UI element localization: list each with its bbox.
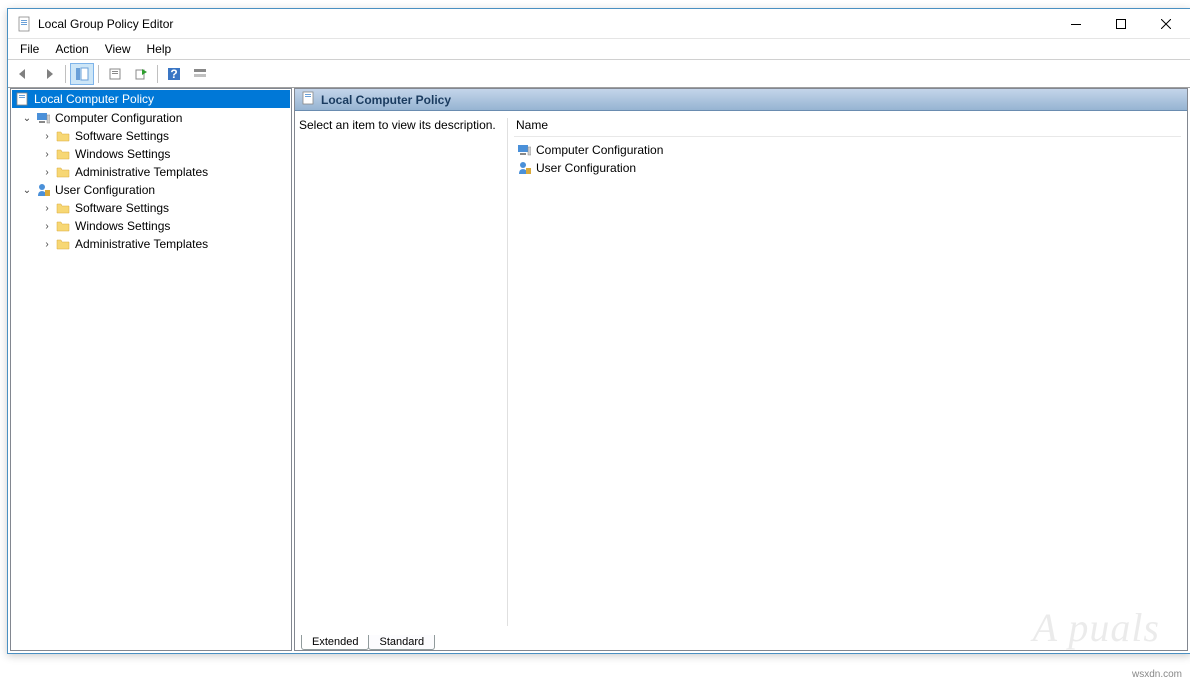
tree-item-label: Administrative Templates bbox=[75, 165, 208, 179]
titlebar[interactable]: Local Group Policy Editor bbox=[8, 9, 1190, 39]
details-content: Select an item to view its description. … bbox=[295, 111, 1185, 630]
folder-icon bbox=[55, 164, 71, 180]
tree-item-windows-settings[interactable]: › Windows Settings bbox=[11, 145, 291, 163]
menu-file[interactable]: File bbox=[12, 40, 47, 58]
properties-button[interactable] bbox=[103, 63, 127, 85]
maximize-button[interactable] bbox=[1098, 9, 1143, 38]
tree-item-admin-templates[interactable]: › Administrative Templates bbox=[11, 163, 291, 181]
tree-item-software-settings-user[interactable]: › Software Settings bbox=[11, 199, 291, 217]
tree-item-label: Windows Settings bbox=[75, 147, 170, 161]
toolbar: ? bbox=[8, 60, 1190, 88]
tree-item-windows-settings-user[interactable]: › Windows Settings bbox=[11, 217, 291, 235]
details-header: Local Computer Policy bbox=[295, 89, 1187, 111]
tree-pane[interactable]: Local Computer Policy ⌄ Computer Configu… bbox=[10, 88, 292, 651]
policy-icon bbox=[14, 91, 30, 107]
forward-button[interactable] bbox=[37, 63, 61, 85]
list-column: Name Computer Configuration User Configu… bbox=[507, 118, 1181, 626]
column-header-name[interactable]: Name bbox=[514, 118, 1181, 137]
details-pane: Local Computer Policy Select an item to … bbox=[294, 88, 1188, 651]
svg-text:?: ? bbox=[170, 67, 177, 81]
toolbar-separator bbox=[157, 65, 158, 83]
help-button[interactable]: ? bbox=[162, 63, 186, 85]
window-title: Local Group Policy Editor bbox=[38, 17, 1053, 31]
menu-help[interactable]: Help bbox=[139, 40, 180, 58]
toolbar-separator bbox=[98, 65, 99, 83]
user-icon bbox=[35, 182, 51, 198]
user-icon bbox=[516, 160, 532, 176]
expand-icon[interactable]: › bbox=[39, 149, 55, 160]
description-prompt: Select an item to view its description. bbox=[299, 118, 496, 132]
folder-icon bbox=[55, 200, 71, 216]
description-column: Select an item to view its description. bbox=[299, 118, 507, 626]
expand-icon[interactable]: ⌄ bbox=[19, 113, 35, 124]
tab-standard[interactable]: Standard bbox=[368, 635, 435, 650]
computer-icon bbox=[35, 110, 51, 126]
close-button[interactable] bbox=[1143, 9, 1188, 38]
menubar: File Action View Help bbox=[8, 39, 1190, 60]
folder-icon bbox=[55, 218, 71, 234]
expand-icon[interactable]: ⌄ bbox=[19, 185, 35, 196]
tree-root-label: Local Computer Policy bbox=[34, 92, 154, 106]
expand-icon[interactable]: › bbox=[39, 131, 55, 142]
expand-icon[interactable]: › bbox=[39, 203, 55, 214]
list-item[interactable]: Computer Configuration bbox=[514, 141, 1181, 159]
menu-view[interactable]: View bbox=[97, 40, 139, 58]
tree-item-label: Windows Settings bbox=[75, 219, 170, 233]
policy-icon bbox=[301, 91, 315, 108]
view-tabs: Extended Standard bbox=[295, 630, 434, 650]
list-item-label: User Configuration bbox=[536, 161, 636, 175]
tree-item-label: User Configuration bbox=[55, 183, 155, 197]
expand-icon[interactable]: › bbox=[39, 239, 55, 250]
tree-item-admin-templates-user[interactable]: › Administrative Templates bbox=[11, 235, 291, 253]
app-icon bbox=[16, 16, 32, 32]
folder-icon bbox=[55, 128, 71, 144]
folder-icon bbox=[55, 236, 71, 252]
tree-item-label: Computer Configuration bbox=[55, 111, 182, 125]
tree-item-label: Administrative Templates bbox=[75, 237, 208, 251]
expand-icon[interactable]: › bbox=[39, 167, 55, 178]
tree-item-label: Software Settings bbox=[75, 129, 169, 143]
details-title: Local Computer Policy bbox=[321, 93, 451, 107]
tree-item-label: Software Settings bbox=[75, 201, 169, 215]
minimize-button[interactable] bbox=[1053, 9, 1098, 38]
body-area: Local Computer Policy ⌄ Computer Configu… bbox=[8, 88, 1190, 653]
toolbar-separator bbox=[65, 65, 66, 83]
folder-icon bbox=[55, 146, 71, 162]
menu-action[interactable]: Action bbox=[47, 40, 96, 58]
tree-root[interactable]: Local Computer Policy bbox=[12, 90, 290, 108]
tree-item-software-settings[interactable]: › Software Settings bbox=[11, 127, 291, 145]
export-button[interactable] bbox=[129, 63, 153, 85]
tab-extended[interactable]: Extended bbox=[301, 635, 369, 650]
tree-item-computer-config[interactable]: ⌄ Computer Configuration bbox=[11, 109, 291, 127]
show-tree-button[interactable] bbox=[70, 63, 94, 85]
tree-item-user-config[interactable]: ⌄ User Configuration bbox=[11, 181, 291, 199]
window-frame: Local Group Policy Editor File Action Vi… bbox=[7, 8, 1190, 654]
source-label: wsxdn.com bbox=[1132, 669, 1182, 680]
back-button[interactable] bbox=[11, 63, 35, 85]
computer-icon bbox=[516, 142, 532, 158]
filter-button[interactable] bbox=[188, 63, 212, 85]
list-item[interactable]: User Configuration bbox=[514, 159, 1181, 177]
list-item-label: Computer Configuration bbox=[536, 143, 663, 157]
expand-icon[interactable]: › bbox=[39, 221, 55, 232]
